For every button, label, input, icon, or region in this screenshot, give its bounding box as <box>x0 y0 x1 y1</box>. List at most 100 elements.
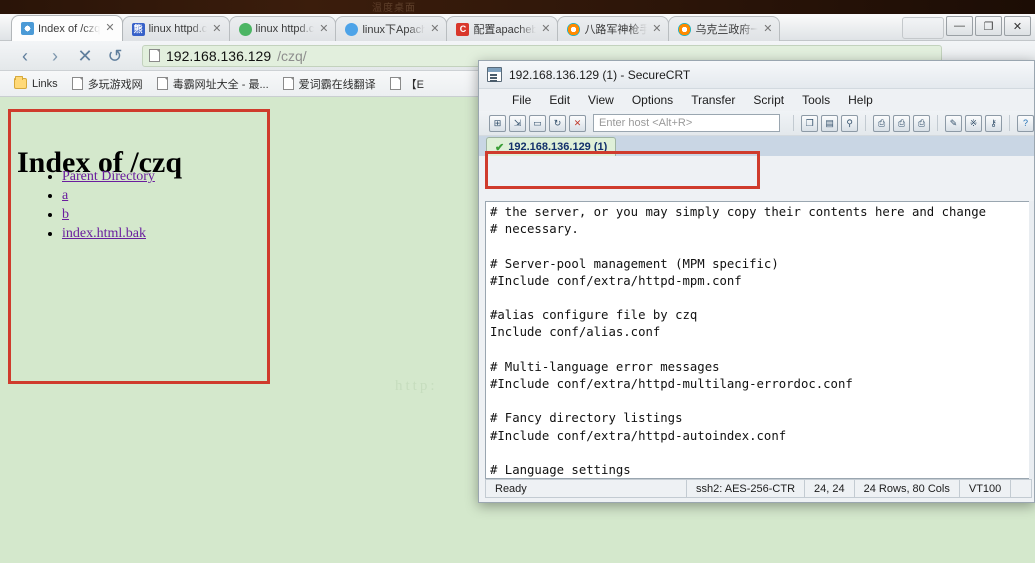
tab-close-icon[interactable]: ✕ <box>104 23 114 34</box>
browser-tab-3[interactable]: linux下Apach ✕ <box>335 16 448 41</box>
tab-close-icon[interactable]: ✕ <box>762 23 772 35</box>
paste-icon[interactable]: ▤ <box>821 114 839 132</box>
toolbar-separator <box>937 115 939 131</box>
bookmark-label: 【E <box>405 78 424 91</box>
menu-options[interactable]: Options <box>623 91 682 109</box>
connect-icon[interactable]: ⇲ <box>509 114 526 132</box>
browser-tab-4[interactable]: C 配置apacheb ✕ <box>446 16 559 41</box>
toolbar-separator <box>793 115 795 131</box>
status-cipher: ssh2: AES-256-CTR <box>686 480 804 497</box>
desktop-wallpaper-strip: 温度桌面 <box>0 0 1035 14</box>
directory-link-a[interactable]: a <box>62 188 68 203</box>
tab-close-icon[interactable]: ✕ <box>540 23 550 35</box>
find-icon[interactable]: ⚲ <box>841 114 859 132</box>
back-icon[interactable]: ‹ <box>16 47 34 65</box>
log-session-icon[interactable]: ✎ <box>945 114 963 132</box>
new-tab-button[interactable] <box>902 17 944 39</box>
bookmark-item-3[interactable]: 爱词霸在线翻译 <box>282 76 376 92</box>
browser-tab-1[interactable]: 熊 linux httpd.c ✕ <box>121 16 230 41</box>
menu-help[interactable]: Help <box>839 91 882 109</box>
directory-link-parent[interactable]: Parent Directory <box>62 169 155 184</box>
tab-close-icon[interactable]: ✕ <box>429 23 439 35</box>
page-icon <box>389 77 401 90</box>
list-item: Parent Directory <box>62 167 155 186</box>
session-options-icon[interactable]: ※ <box>965 114 983 132</box>
menu-view[interactable]: View <box>579 91 623 109</box>
stop-icon[interactable]: ✕ <box>76 47 94 65</box>
browser-tab-0[interactable]: Index of /czq ✕ <box>11 15 123 41</box>
bookmark-label: 爱词霸在线翻译 <box>298 78 376 91</box>
directory-link-b[interactable]: b <box>62 207 69 222</box>
url-path: /czq/ <box>277 47 307 64</box>
terminal-text: # the server, or you may simply copy the… <box>490 205 987 478</box>
orange-circle-icon <box>678 22 692 36</box>
menu-script[interactable]: Script <box>744 91 793 109</box>
print-selection-icon[interactable]: ⎙ <box>893 114 911 132</box>
new-session-icon[interactable]: ⊞ <box>489 114 506 132</box>
tab-close-icon[interactable]: ✕ <box>651 23 661 35</box>
folder-icon <box>14 76 27 89</box>
window-controls: — ❐ ✕ <box>946 16 1031 36</box>
browser-tab-label: 乌克兰政府一 <box>695 24 759 36</box>
securecrt-session-tab[interactable]: ✔ 192.168.136.129 (1) <box>486 137 617 156</box>
baidu-icon: 熊 <box>131 22 145 36</box>
status-state: Ready <box>495 482 527 495</box>
page-icon <box>282 77 294 90</box>
menu-transfer[interactable]: Transfer <box>682 91 744 109</box>
disconnect-icon[interactable]: ✕ <box>569 114 586 132</box>
bookmark-label: Links <box>32 77 58 90</box>
forward-icon[interactable]: › <box>46 47 64 65</box>
key-icon[interactable]: ⚷ <box>985 114 1003 132</box>
page-icon <box>71 77 83 90</box>
bookmark-label: 毒霸网址大全 - 最... <box>172 78 269 91</box>
red-c-icon: C <box>456 22 470 36</box>
toolbar-separator <box>865 115 867 131</box>
tab-close-icon[interactable]: ✕ <box>318 23 328 35</box>
browser-tab-label: linux下Apach <box>362 24 426 36</box>
menu-edit[interactable]: Edit <box>540 91 579 109</box>
securecrt-window: 192.168.136.129 (1) - SecureCRT File Edi… <box>478 60 1035 503</box>
browser-tabstrip-bar: Index of /czq ✕ 熊 linux httpd.c ✕ linux … <box>0 14 1035 41</box>
terminal-output[interactable]: # the server, or you may simply copy the… <box>485 201 1030 479</box>
directory-link-index-bak[interactable]: index.html.bak <box>62 226 146 241</box>
bookmark-item-1[interactable]: 多玩游戏网 <box>71 76 143 92</box>
browser-tab-label: linux httpd.c <box>255 23 315 35</box>
tab-close-icon[interactable]: ✕ <box>211 23 221 35</box>
reconnect-icon[interactable]: ↻ <box>549 114 566 132</box>
status-spacer <box>1010 480 1031 497</box>
bookmark-item-2[interactable]: 毒霸网址大全 - 最... <box>156 76 269 92</box>
securecrt-menu-bar: File Edit View Options Transfer Script T… <box>479 89 1034 111</box>
securecrt-title-text: 192.168.136.129 (1) - SecureCRT <box>509 67 691 82</box>
print-icon[interactable]: ⎙ <box>913 114 931 132</box>
page-icon <box>156 77 168 90</box>
connect-local-shell-icon[interactable]: ▭ <box>529 114 546 132</box>
bookmark-label: 多玩游戏网 <box>87 78 143 91</box>
host-input[interactable]: Enter host <Alt+R> <box>593 114 781 132</box>
help-icon[interactable]: ? <box>1017 114 1034 132</box>
bookmark-item-4[interactable]: 【E <box>389 76 424 92</box>
securecrt-app-icon <box>487 67 502 82</box>
reload-icon[interactable]: ↺ <box>106 47 124 65</box>
terminal-scrollbar[interactable] <box>1029 201 1034 479</box>
browser-tab-label: 八路军神枪手 <box>584 24 648 36</box>
menu-file[interactable]: File <box>503 91 540 109</box>
status-cursor-position: 24, 24 <box>804 480 854 497</box>
minimize-button[interactable]: — <box>946 16 973 36</box>
list-item: b <box>62 205 155 224</box>
browser-tab-5[interactable]: 八路军神枪手 ✕ <box>557 16 670 41</box>
status-emulation: VT100 <box>958 480 1010 497</box>
browser-tab-label: Index of /czq <box>38 22 101 35</box>
page-info-icon[interactable] <box>149 49 160 62</box>
close-button[interactable]: ✕ <box>1004 16 1031 36</box>
maximize-button[interactable]: ❐ <box>975 16 1002 36</box>
copy-icon[interactable]: ❐ <box>801 114 819 132</box>
securecrt-session-tab-row: ✔ 192.168.136.129 (1) <box>479 136 1034 156</box>
print-screen-icon[interactable]: ⎙ <box>873 114 891 132</box>
browser-tabstrip: Index of /czq ✕ 熊 linux httpd.c ✕ linux … <box>11 14 781 41</box>
menu-tools[interactable]: Tools <box>793 91 839 109</box>
url-host: 192.168.136.129 <box>166 47 272 64</box>
browser-tab-6[interactable]: 乌克兰政府一 ✕ <box>668 16 781 41</box>
browser-tab-2[interactable]: linux httpd.c ✕ <box>228 16 337 41</box>
directory-listing: Parent Directory a b index.html.bak <box>40 167 155 243</box>
bookmark-item-links[interactable]: Links <box>14 76 58 90</box>
